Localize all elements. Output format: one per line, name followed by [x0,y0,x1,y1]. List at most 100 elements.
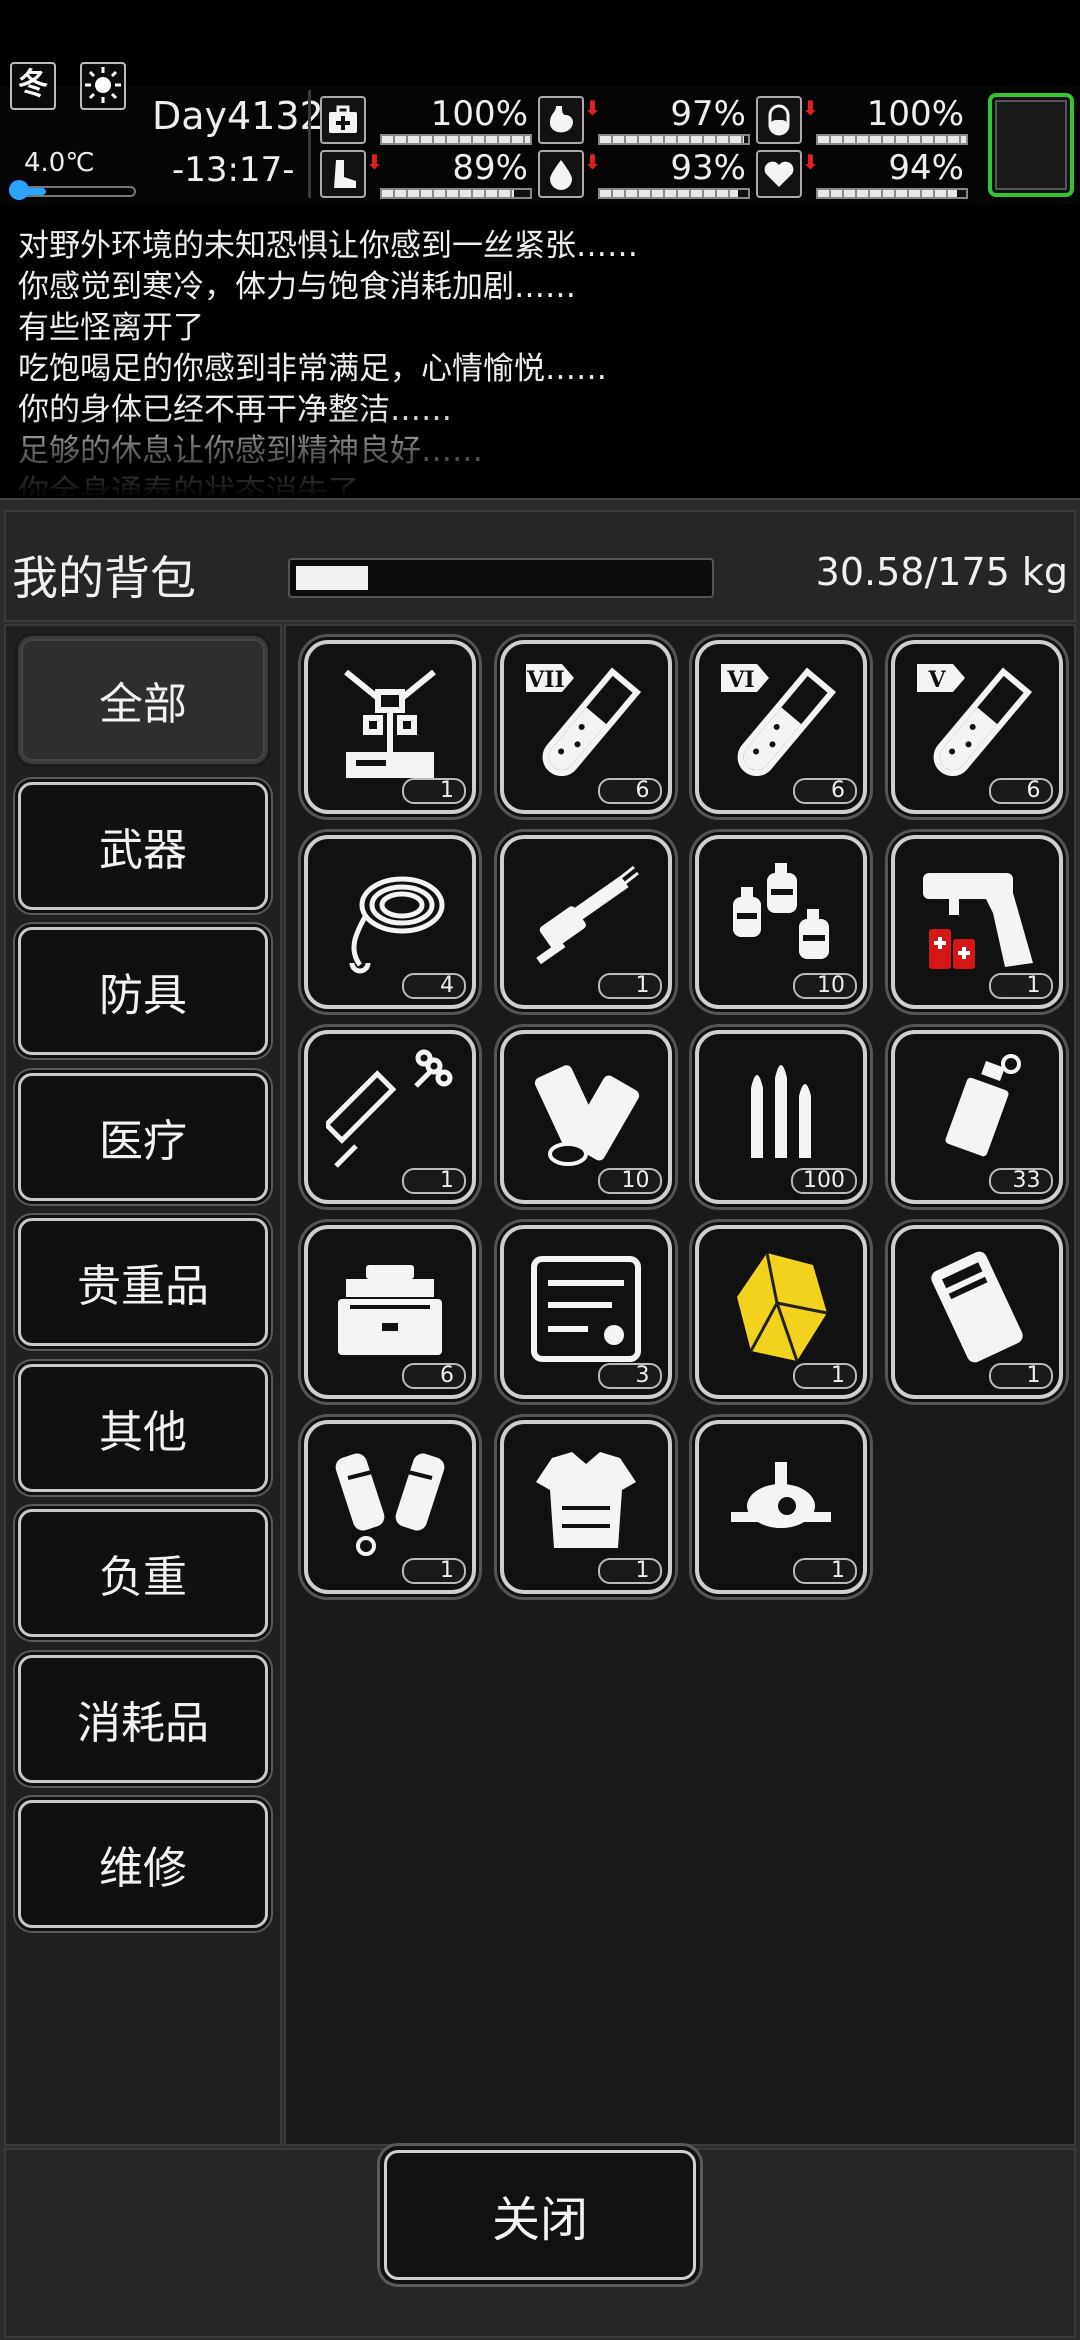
category-tab[interactable]: 防具 [18,927,268,1055]
category-tab[interactable]: 武器 [18,781,268,910]
bullets-icon [717,1048,845,1176]
stat-bar-fill [600,190,738,197]
decrease-arrow-icon: ⬇ [584,150,601,174]
item-count-badge: 6 [402,1363,466,1389]
item-count-badge: 1 [988,973,1053,999]
item-count-badge: 1 [793,1558,857,1584]
item-count-badge: 4 [402,973,466,999]
stat-thirst: ⬇ 93% [538,148,750,200]
arm-guards-icon [326,1438,454,1566]
inventory-slot[interactable]: VI 6 [695,640,867,814]
season-icon: 冬 [10,62,56,110]
stat-bar [816,134,968,145]
inventory-slot[interactable]: VII 6 [499,640,672,814]
foot-icon [320,150,366,198]
svg-text:VI: VI [726,667,754,693]
inventory-slot[interactable]: 4 [304,835,476,1009]
category-tab[interactable]: 负重 [18,1509,268,1637]
header-divider [308,90,311,198]
weight-bar-fill [296,566,368,590]
inventory-slot[interactable]: 100 [695,1030,867,1204]
yellow-crystal-icon [717,1243,845,1371]
grenade-icon [913,1048,1041,1176]
stat-mood: ⬇ 94% [756,148,968,200]
temperature-text: 4.0℃ [24,148,95,178]
log-divider [0,498,1080,508]
inventory-slot[interactable]: 1 [304,1420,476,1594]
category-tab[interactable]: 贵重品 [18,1218,268,1346]
decrease-arrow-icon: ⬇ [802,150,819,174]
svg-text:VII: VII [526,667,565,693]
decrease-arrow-icon: ⬇ [584,96,601,120]
weight-text: 30.58/175 kg [815,550,1068,594]
item-count-badge: 6 [988,778,1053,804]
inventory-slot[interactable]: 1 [890,1225,1063,1399]
item-count-badge: 6 [597,778,662,804]
item-count-badge: 6 [793,778,857,804]
category-tab[interactable]: 其他 [18,1363,268,1492]
gas-canisters-icon [717,853,845,981]
minigun-icon [522,853,650,981]
sun-icon [80,62,126,110]
equipped-slot[interactable] [988,93,1074,197]
inventory-header: 我的背包 30.58/175 kg [4,510,1076,622]
heart-icon [756,150,802,198]
medkit-icon [320,96,366,144]
item-count-badge: 1 [597,1558,662,1584]
status-bar: 冬 4.0℃ Day4132 -13:17- 100% ⬇ 97% ⬇ 100% ⬇ 89%… [0,62,1080,204]
decrease-arrow-icon: ⬇ [366,150,383,174]
category-tab[interactable]: 全部 [18,636,268,764]
item-count-badge: 1 [402,1168,466,1194]
svg-text:V: V [927,667,946,693]
stat-hunger: ⬇ 97% [538,94,750,146]
stat-stamina: ⬇ 100% [756,94,968,146]
inventory-slot[interactable]: 1 [304,640,476,814]
item-count-badge: 1 [402,778,466,804]
category-sidebar: 全部武器防具医疗贵重品其他负重消耗品维修 [4,624,282,2146]
message-log[interactable]: 对野外环境的未知恐惧让你感到一丝紧张……你感觉到寒冷，体力与饱食消耗加剧……有些… [0,212,1080,498]
day-counter: Day4132 [152,94,324,138]
flare-gun-icon [913,853,1041,981]
category-tab[interactable]: 医疗 [18,1072,268,1201]
item-count-badge: 1 [988,1363,1053,1389]
item-count-badge: 1 [402,1558,466,1584]
close-button[interactable]: 关闭 [384,2150,696,2280]
stomach-icon [538,96,584,144]
battery-pack-icon [913,1243,1041,1371]
stat-health: 100% [320,94,532,146]
inventory-title: 我的背包 [12,551,196,605]
item-count-badge: 1 [597,973,662,999]
inventory-slot[interactable]: 3 [499,1225,672,1399]
stat-bar-fill [382,136,530,143]
inventory-slot[interactable]: 1 [304,1030,476,1204]
stat-value: 97% [670,94,746,134]
decrease-arrow-icon: ⬇ [802,96,819,120]
category-tab[interactable]: 维修 [18,1800,268,1928]
inventory-slot[interactable]: 1 [499,835,672,1009]
stat-value: 100% [430,94,528,134]
item-grid: 1 VII 6 VI 6 V 6 4 1 10 1 1 10 100 33 6 3 1 1 1 1 1 [284,624,1076,2146]
inventory-slot[interactable]: 10 [499,1030,672,1204]
cloth-rolls-icon [522,1048,650,1176]
inventory-slot[interactable]: 33 [890,1030,1063,1204]
inventory-slot[interactable]: 1 [890,835,1063,1009]
log-fade [0,212,1080,498]
inventory-slot[interactable]: 1 [695,1225,867,1399]
inventory-slot[interactable]: 6 [304,1225,476,1399]
inventory-slot[interactable]: 1 [499,1420,672,1594]
stat-value: 100% [866,94,964,134]
water-drop-icon [538,150,584,198]
rope-icon [326,853,454,981]
test-tube-v-icon: V [913,658,1041,786]
item-count-badge: 10 [597,1168,662,1194]
category-tab[interactable]: 消耗品 [18,1654,268,1783]
stat-bar [598,134,750,145]
repair-kit-icon [522,1243,650,1371]
inventory-slot[interactable]: 1 [695,1420,867,1594]
inventory-slot[interactable]: 10 [695,835,867,1009]
inventory-slot[interactable]: V6 [890,640,1063,814]
weight-bar [288,558,714,598]
item-count-badge: 1 [793,1363,857,1389]
item-count-badge: 10 [793,973,857,999]
stat-bar-fill [600,136,744,143]
